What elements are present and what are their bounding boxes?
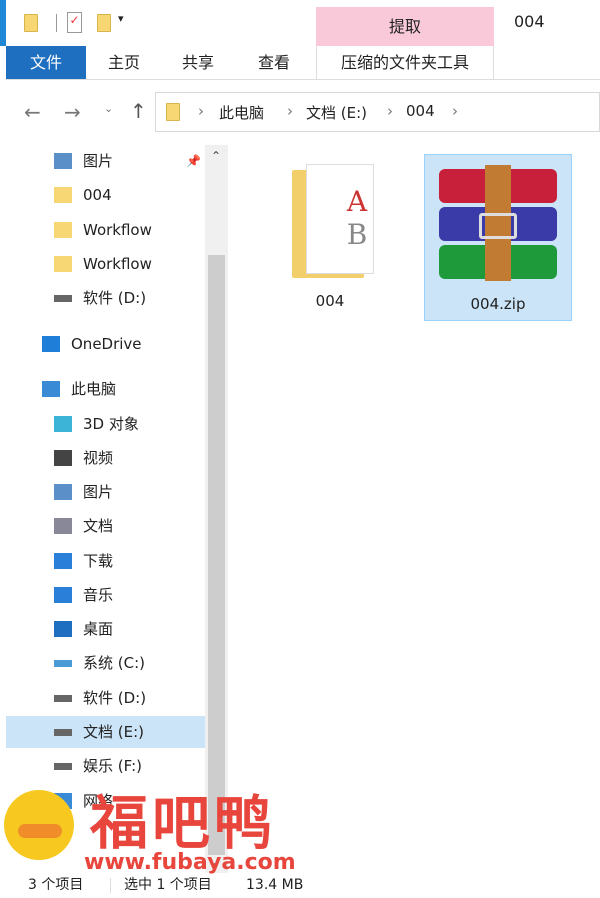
- tab-compressed-folder-tools[interactable]: 压缩的文件夹工具: [316, 46, 494, 79]
- folder-icon: [54, 222, 72, 238]
- sidebar-item-label: Workflow: [83, 221, 152, 239]
- sidebar-item[interactable]: 3D 对象: [6, 408, 206, 440]
- selection-size: 13.4 MB: [246, 877, 304, 893]
- sidebar-item[interactable]: 文档 (E:): [6, 716, 206, 748]
- folder-icon[interactable]: [24, 14, 38, 32]
- sidebar-item[interactable]: 此电脑: [6, 373, 206, 405]
- scroll-up-icon[interactable]: ⌃: [211, 149, 221, 163]
- sidebar-item-label: 3D 对象: [83, 415, 139, 433]
- system-drive-icon: [54, 660, 72, 667]
- duck-mascot-icon: [4, 790, 74, 860]
- nav-scrollbar[interactable]: ⌃ ⌄: [205, 145, 228, 873]
- chevron-right-icon[interactable]: ›: [452, 102, 458, 120]
- sidebar-item-label: 图片: [83, 152, 114, 170]
- customize-toolbar-icon[interactable]: ▾: [118, 12, 124, 25]
- download-icon: [54, 553, 72, 569]
- watermark-text: 福吧鸭: [90, 789, 277, 857]
- separator: [110, 878, 111, 893]
- properties-icon[interactable]: ✓: [67, 12, 82, 33]
- folder-icon: [54, 187, 72, 203]
- sidebar-item[interactable]: 视频: [6, 442, 206, 474]
- sidebar-item-label: 文档 (E:): [83, 723, 145, 741]
- file-name: 004: [315, 292, 345, 310]
- watermark-url: www.fubaya.com: [84, 850, 296, 875]
- sidebar-item[interactable]: Workflow: [6, 248, 206, 280]
- drive-icon: [54, 729, 72, 736]
- context-tab-extract[interactable]: 提取: [316, 7, 494, 46]
- drive-icon: [54, 695, 72, 702]
- navigation-pane: 图片 004 Workflow Workflow 软件 (D:) OneDrive 此电脑 3…: [6, 145, 206, 873]
- sidebar-item[interactable]: 下载: [6, 545, 206, 577]
- drive-icon: [54, 295, 72, 302]
- sidebar-item-label: 软件 (D:): [83, 689, 147, 707]
- sidebar-item-label: OneDrive: [71, 335, 142, 353]
- file-item-004-zip[interactable]: 004.zip: [424, 154, 572, 321]
- pictures-icon: [54, 153, 72, 169]
- drive-icon: [54, 763, 72, 770]
- ribbon-tabs: 文件 主页 共享 查看 压缩的文件夹工具: [6, 46, 600, 80]
- computer-icon: [42, 381, 60, 397]
- sidebar-item-label: 文档: [83, 517, 114, 535]
- tab-view[interactable]: 查看: [244, 46, 304, 79]
- sidebar-item[interactable]: 音乐: [6, 579, 206, 611]
- breadcrumb-drive-e[interactable]: 文档 (E:): [306, 102, 367, 123]
- sidebar-item-label: 004: [83, 186, 112, 204]
- sidebar-item[interactable]: 图片: [6, 476, 206, 508]
- breadcrumb-this-pc[interactable]: 此电脑: [219, 102, 264, 123]
- sidebar-item[interactable]: 图片: [6, 145, 206, 177]
- sidebar-item[interactable]: 系统 (C:): [6, 647, 206, 679]
- sidebar-item-label: 此电脑: [71, 380, 117, 398]
- file-item-folder-004[interactable]: AB 004: [278, 160, 382, 310]
- sidebar-item[interactable]: 软件 (D:): [6, 682, 206, 714]
- sidebar-item-label: 系统 (C:): [83, 654, 145, 672]
- forward-icon[interactable]: →: [64, 100, 81, 124]
- tab-share[interactable]: 共享: [168, 46, 228, 79]
- music-icon: [54, 587, 72, 603]
- up-icon[interactable]: ↑: [130, 99, 147, 123]
- back-icon[interactable]: ←: [24, 100, 41, 124]
- folder-icon: AB: [284, 160, 376, 278]
- desktop-icon: [54, 621, 72, 637]
- title-bar: ✓ ▾ 提取 004: [0, 0, 600, 46]
- address-box[interactable]: › 此电脑 › 文档 (E:) › 004 ›: [155, 92, 600, 132]
- scrollbar-thumb[interactable]: [208, 255, 225, 855]
- selection-count: 选中 1 个项目: [124, 877, 212, 893]
- watermark-logo: 福吧鸭 www.fubaya.com: [0, 776, 330, 876]
- separator: [56, 14, 57, 32]
- pictures-icon: [54, 484, 72, 500]
- sidebar-item-label: 音乐: [83, 586, 114, 604]
- pin-icon[interactable]: 📌: [186, 154, 201, 168]
- folder-icon: [54, 256, 72, 272]
- tab-home[interactable]: 主页: [94, 46, 154, 79]
- chevron-right-icon[interactable]: ›: [387, 102, 393, 120]
- sidebar-item-label: 图片: [83, 483, 114, 501]
- sidebar-item-label: 桌面: [83, 620, 114, 638]
- new-folder-icon[interactable]: [97, 14, 111, 32]
- window-title: 004: [514, 12, 545, 31]
- tab-file[interactable]: 文件: [6, 46, 86, 79]
- item-count: 3 个项目: [28, 877, 84, 893]
- sidebar-item-label: 视频: [83, 449, 114, 467]
- document-icon: [54, 518, 72, 534]
- sidebar-item-label: 软件 (D:): [83, 289, 147, 307]
- breadcrumb-004[interactable]: 004: [406, 102, 435, 120]
- 3d-objects-icon: [54, 416, 72, 432]
- sidebar-item[interactable]: 软件 (D:): [6, 282, 206, 314]
- status-bar: 3 个项目 选中 1 个项目 13.4 MB: [0, 873, 600, 898]
- recent-locations-icon[interactable]: ⌄: [104, 102, 113, 115]
- chevron-right-icon[interactable]: ›: [198, 102, 204, 120]
- sidebar-item-label: 下载: [83, 552, 114, 570]
- video-icon: [54, 450, 72, 466]
- folder-icon: [166, 103, 180, 121]
- sidebar-item[interactable]: 文档: [6, 510, 206, 542]
- winrar-archive-icon: [433, 165, 563, 281]
- sidebar-item[interactable]: 桌面: [6, 613, 206, 645]
- sidebar-item-label: Workflow: [83, 255, 152, 273]
- sidebar-item[interactable]: OneDrive: [6, 328, 206, 360]
- sidebar-item[interactable]: Workflow: [6, 214, 206, 246]
- file-name: 004.zip: [470, 295, 526, 313]
- sidebar-item[interactable]: 004: [6, 179, 206, 211]
- chevron-right-icon[interactable]: ›: [287, 102, 293, 120]
- cloud-icon: [42, 336, 60, 352]
